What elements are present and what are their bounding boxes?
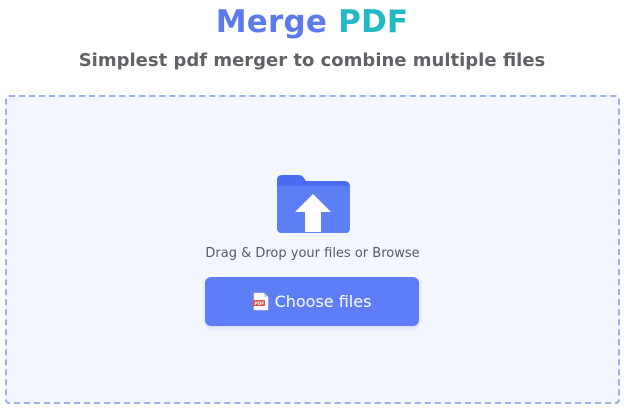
choose-files-button[interactable]: PDF Choose files <box>205 277 419 326</box>
page-subtitle: Simplest pdf merger to combine multiple … <box>78 50 546 71</box>
folder-upload-icon <box>277 175 350 233</box>
title-word-merge: Merge <box>215 4 328 40</box>
svg-text:PDF: PDF <box>254 301 264 307</box>
drag-drop-instruction: Drag & Drop your files or Browse <box>205 246 420 261</box>
choose-files-label: Choose files <box>274 291 372 311</box>
title-word-pdf: PDF <box>338 4 409 40</box>
file-dropzone[interactable]: Drag & Drop your files or Browse PDF Cho… <box>5 95 620 404</box>
page-title: Merge PDF <box>0 2 624 42</box>
pdf-file-icon: PDF <box>252 292 268 311</box>
